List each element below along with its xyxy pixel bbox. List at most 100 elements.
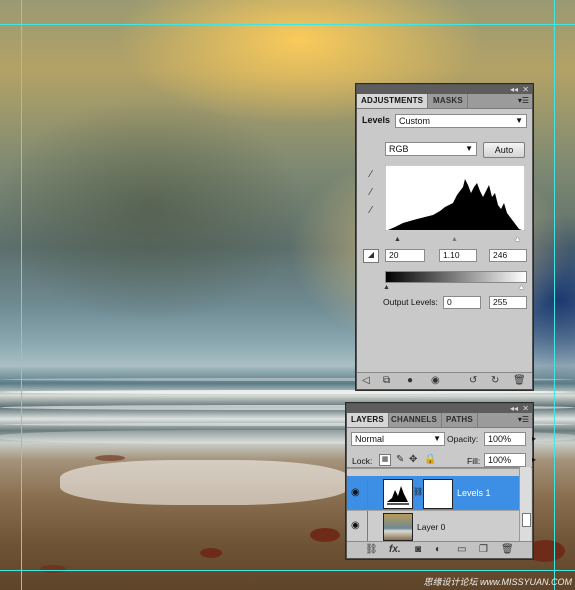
- gray-point-eyedropper-icon[interactable]: ⁄: [365, 188, 377, 198]
- white-point-eyedropper-icon[interactable]: ⁄: [365, 206, 377, 216]
- rock: [95, 455, 125, 461]
- layer-mask-thumbnail[interactable]: [423, 479, 453, 509]
- reset-icon[interactable]: ↻: [491, 376, 499, 386]
- layer-thumbnail: [385, 467, 411, 468]
- mask-link-icon[interactable]: ⛓: [413, 487, 423, 497]
- output-black-field[interactable]: 0: [443, 296, 481, 309]
- clip-to-layer-icon[interactable]: ●: [407, 376, 413, 386]
- new-group-icon[interactable]: ▭: [457, 545, 466, 555]
- levels-adjustment-thumbnail: [383, 479, 413, 509]
- opacity-label: Opacity:: [447, 434, 479, 444]
- layer-name[interactable]: Layer 0: [417, 522, 445, 532]
- close-icon[interactable]: ✕: [522, 404, 529, 413]
- new-layer-icon[interactable]: ❐: [479, 545, 488, 555]
- clipping-icon[interactable]: ◢: [363, 249, 379, 263]
- foam: [60, 460, 350, 505]
- blend-mode-value: Normal: [355, 434, 385, 444]
- adjustments-tabbar: ADJUSTMENTS MASKS ▾☰: [357, 94, 532, 109]
- layer-list: ◉ ⛓ Levels 1 ◉ Layer 0: [347, 467, 532, 542]
- levels-label: Levels: [362, 115, 391, 125]
- output-gradient: [385, 271, 527, 283]
- tab-adjustments[interactable]: ADJUSTMENTS: [357, 94, 429, 108]
- layers-tabbar: LAYERS CHANNELS PATHS ▾☰: [347, 413, 532, 428]
- lock-pixels-icon[interactable]: ✎: [396, 455, 404, 465]
- layers-bottom-bar: ⛓ fx. ◙ ◐ ▭ ❐ 🗑: [347, 541, 532, 558]
- chevron-down-icon: ▼: [433, 434, 441, 443]
- vertical-guide[interactable]: [554, 0, 555, 590]
- adjustments-panel: ◂◂ ✕ ADJUSTMENTS MASKS ▾☰ Levels Custom …: [356, 84, 533, 390]
- opacity-field[interactable]: 100% ▸: [484, 432, 536, 446]
- tab-paths[interactable]: PATHS: [442, 413, 478, 427]
- layer-thumbnail: [383, 513, 413, 541]
- lock-transparency-icon[interactable]: ▦: [379, 454, 391, 466]
- scrollbar-thumb[interactable]: [522, 513, 531, 527]
- vertical-guide[interactable]: [21, 0, 22, 590]
- layer-style-icon[interactable]: fx.: [389, 545, 401, 555]
- chevron-right-icon[interactable]: ▸: [532, 454, 536, 466]
- watermark: 思缘设计论坛 www.MISSYUAN.COM: [423, 577, 572, 587]
- layer-name[interactable]: Levels 1: [457, 488, 491, 498]
- panel-menu-icon[interactable]: ▾☰: [518, 95, 529, 107]
- add-mask-icon[interactable]: ◙: [415, 545, 421, 555]
- adjustments-bottom-bar: ◁ ⧉ ● ◉ ↺ ↻ 🗑: [357, 372, 532, 389]
- tab-layers[interactable]: LAYERS: [347, 413, 389, 427]
- adjustment-layer-icon[interactable]: ◐: [435, 545, 441, 555]
- lock-position-icon[interactable]: ✥: [409, 455, 417, 465]
- preset-select[interactable]: Custom ▼: [395, 114, 527, 128]
- close-icon[interactable]: ✕: [522, 85, 529, 94]
- input-black-slider[interactable]: ▲: [394, 235, 401, 245]
- channel-select[interactable]: RGB ▼: [385, 142, 477, 156]
- channel-value: RGB: [389, 144, 409, 154]
- layers-panel: ◂◂ ✕ LAYERS CHANNELS PATHS ▾☰ Normal ▼ O…: [346, 403, 536, 559]
- rock: [200, 548, 222, 558]
- trash-icon[interactable]: 🗑: [501, 545, 514, 555]
- blend-mode-select[interactable]: Normal ▼: [351, 432, 445, 446]
- output-white-slider[interactable]: ▲: [518, 283, 525, 293]
- collapse-icon[interactable]: ◂◂: [510, 85, 518, 94]
- black-point-eyedropper-icon[interactable]: ⁄: [365, 170, 377, 180]
- visibility-eye-icon[interactable]: ◉: [351, 521, 360, 531]
- layer-list-scrollbar[interactable]: [519, 467, 531, 541]
- wave: [0, 390, 575, 394]
- trash-icon[interactable]: 🗑: [513, 376, 526, 386]
- back-arrow-icon[interactable]: ◁: [362, 376, 370, 386]
- input-gamma-slider[interactable]: ▲: [451, 235, 458, 245]
- horizontal-guide[interactable]: [0, 570, 575, 571]
- input-white-field[interactable]: 246: [489, 249, 527, 262]
- auto-button[interactable]: Auto: [483, 142, 525, 158]
- layer-row-layer-0[interactable]: ◉ Layer 0: [347, 511, 519, 542]
- histogram: [385, 165, 525, 231]
- layer-mask-thumbnail: [421, 467, 447, 468]
- lock-label: Lock:: [352, 456, 373, 466]
- chevron-down-icon: ▼: [515, 116, 523, 125]
- fill-value: 100%: [488, 455, 512, 465]
- panel-menu-icon[interactable]: ▾☰: [518, 414, 529, 426]
- rock: [40, 565, 66, 573]
- view-previous-icon[interactable]: ↺: [469, 376, 477, 386]
- fill-field[interactable]: 100% ▸: [484, 453, 536, 467]
- tab-channels[interactable]: CHANNELS: [387, 413, 443, 427]
- output-white-field[interactable]: 255: [489, 296, 527, 309]
- panel-titlebar[interactable]: ◂◂ ✕: [357, 85, 532, 94]
- chevron-right-icon[interactable]: ▸: [532, 433, 536, 445]
- visibility-eye-icon[interactable]: ◉: [351, 488, 360, 498]
- input-white-slider[interactable]: ▲: [514, 235, 521, 245]
- output-black-slider[interactable]: ▲: [383, 283, 390, 293]
- input-gamma-field[interactable]: 1.10: [439, 249, 477, 262]
- layer-row-levels-1[interactable]: ◉ ⛓ Levels 1: [347, 476, 519, 511]
- rock: [310, 528, 340, 542]
- horizontal-guide[interactable]: [0, 24, 575, 25]
- panel-titlebar[interactable]: ◂◂ ✕: [347, 404, 532, 413]
- levels-histogram-icon: [387, 486, 409, 505]
- collapse-icon[interactable]: ◂◂: [510, 404, 518, 413]
- chevron-down-icon: ▼: [465, 144, 473, 153]
- input-black-field[interactable]: 20: [385, 249, 425, 262]
- opacity-value: 100%: [488, 434, 512, 444]
- expand-view-icon[interactable]: ⧉: [383, 376, 390, 386]
- fill-label: Fill:: [467, 456, 481, 466]
- layer-row-partial[interactable]: [347, 467, 519, 469]
- visibility-eye-icon[interactable]: ◉: [431, 376, 440, 386]
- lock-all-icon[interactable]: 🔒: [424, 455, 436, 465]
- tab-masks[interactable]: MASKS: [429, 94, 468, 108]
- link-layers-icon[interactable]: ⛓: [365, 545, 378, 555]
